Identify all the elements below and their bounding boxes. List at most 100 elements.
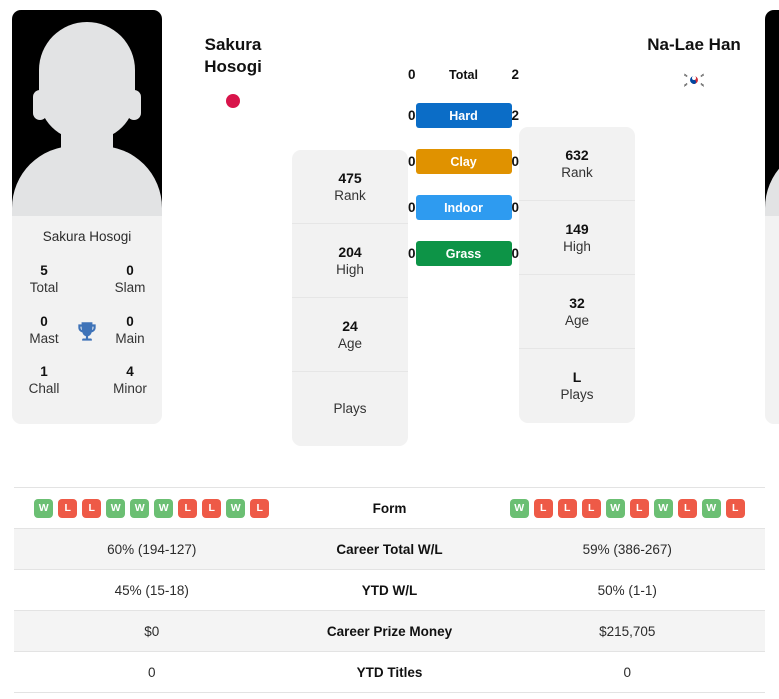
form-badge-win[interactable]: W	[130, 498, 150, 518]
left-titles-minor: 4 Minor	[104, 357, 156, 408]
right-stat-plays: L Plays	[519, 349, 635, 423]
form-badge-loss[interactable]: L	[725, 498, 745, 518]
form-badge-win[interactable]: W	[653, 498, 673, 518]
trophy-icon	[70, 319, 104, 345]
right-career-total-wl: 59% (386-267)	[582, 541, 672, 557]
left-stat-high: 204 High	[292, 224, 408, 298]
left-career-total-wl: 60% (194-127)	[107, 541, 197, 557]
comparison-table: WLLWWWLLWL Form WLLLWLWLWL 60% (194-127)…	[14, 487, 765, 693]
right-titles-mast: 0 Mast	[771, 307, 779, 358]
left-titles-main: 0 Main	[104, 307, 156, 358]
form-badge-win[interactable]: W	[509, 498, 529, 518]
label: Plays	[333, 401, 367, 417]
right-ytd-wl: 50% (1-1)	[597, 582, 657, 598]
right-player-avatar	[765, 10, 779, 216]
h2h-clay-right-score: 0	[511, 154, 520, 169]
form-badge-loss[interactable]: L	[202, 498, 222, 518]
left-stat-plays: Plays	[292, 372, 408, 446]
form-badge-loss[interactable]: L	[82, 498, 102, 518]
h2h-row-clay: 0 Clay 0	[408, 149, 519, 174]
h2h-indoor-right-score: 0	[511, 200, 520, 215]
value: 204	[338, 243, 362, 260]
right-player-stat-stack: 632 Rank 149 High 32 Age L Plays	[519, 127, 636, 423]
table-row-career-prize-money: $0 Career Prize Money $215,705	[14, 611, 765, 652]
form-badge-win[interactable]: W	[34, 498, 54, 518]
right-player-name-column: Na-Lae Han	[635, 10, 753, 90]
left-player-avatar	[12, 10, 162, 216]
form-badge-loss[interactable]: L	[250, 498, 270, 518]
form-badge-loss[interactable]: L	[677, 498, 697, 518]
value: 149	[565, 220, 589, 237]
label: Minor	[113, 381, 147, 397]
value: 0	[40, 313, 48, 329]
japan-flag-icon	[174, 91, 292, 111]
form-badge-win[interactable]: W	[106, 498, 126, 518]
right-player-photo-caption: Na-Lae Han	[765, 216, 779, 256]
career-prize-money-label: Career Prize Money	[326, 623, 453, 639]
label: Main	[115, 330, 145, 346]
table-row-ytd-wl: 45% (15-18) YTD W/L 50% (1-1)	[14, 570, 765, 611]
h2h-clay-left-score: 0	[408, 154, 416, 169]
left-titles-mast: 0 Mast	[18, 307, 70, 358]
value: 13	[773, 262, 779, 279]
label: High	[563, 238, 591, 254]
value: L	[572, 369, 582, 386]
avatar-body-icon	[765, 146, 779, 216]
table-row-ytd-titles: 0 YTD Titles 0	[14, 652, 765, 693]
left-titles-total: 5 Total	[18, 256, 70, 307]
h2h-hard-label[interactable]: Hard	[415, 103, 512, 128]
h2h-row-grass: 0 Grass 0	[408, 241, 519, 266]
h2h-clay-label[interactable]: Clay	[415, 149, 512, 174]
left-player-photo-card[interactable]: Sakura Hosogi 5 Total 0 Slam 0 Mast 0 Ma…	[12, 10, 162, 424]
value: 1	[40, 364, 48, 380]
form-badge-loss[interactable]: L	[629, 498, 649, 518]
h2h-hard-right-score: 2	[511, 108, 520, 123]
h2h-grass-label[interactable]: Grass	[415, 241, 512, 266]
ytd-wl-label: YTD W/L	[361, 582, 418, 598]
h2h-indoor-left-score: 0	[408, 200, 416, 215]
label: Chall	[773, 380, 779, 397]
player-comparison-page: Sakura Hosogi 5 Total 0 Slam 0 Mast 0 Ma…	[0, 0, 779, 699]
form-badge-loss[interactable]: L	[178, 498, 198, 518]
value: 0	[126, 313, 134, 329]
label: Total	[773, 279, 779, 296]
left-player-titles-grid: 5 Total 0 Slam 0 Mast 0 Main 1 Chall 4 M…	[12, 256, 162, 424]
label: Total	[29, 280, 59, 296]
h2h-grass-left-score: 0	[408, 246, 416, 261]
h2h-hard-left-score: 0	[408, 108, 416, 123]
right-player-titles-grid: 13 Total 0 Slam 0 Mast	[765, 256, 779, 424]
table-row-career-total-wl: 60% (194-127) Career Total W/L 59% (386-…	[14, 529, 765, 570]
right-player-photo-card[interactable]: Na-Lae Han 13 Total 0 Slam 0 Mast	[765, 10, 779, 424]
h2h-row-indoor: 0 Indoor 0	[408, 195, 519, 220]
label: High	[336, 261, 364, 277]
left-player-name-column: Sakura Hosogi	[174, 10, 292, 111]
left-player-stat-stack: 475 Rank 204 High 24 Age Plays	[292, 150, 408, 446]
left-titles-slam: 0 Slam	[104, 256, 156, 307]
value: 632	[565, 146, 589, 163]
h2h-indoor-label[interactable]: Indoor	[415, 195, 512, 220]
label: Rank	[334, 187, 366, 203]
form-badge-win[interactable]: W	[605, 498, 625, 518]
form-badge-loss[interactable]: L	[557, 498, 577, 518]
right-titles-total: 13 Total	[771, 256, 779, 307]
h2h-row-total: 0 Total 2	[408, 67, 519, 82]
right-stat-high: 149 High	[519, 201, 636, 275]
label: Age	[565, 312, 590, 328]
form-badge-win[interactable]: W	[154, 498, 174, 518]
form-badge-loss[interactable]: L	[58, 498, 78, 518]
avatar-ear-right-icon	[127, 90, 141, 120]
form-badge-loss[interactable]: L	[581, 498, 601, 518]
left-player-name[interactable]: Sakura Hosogi	[174, 34, 292, 77]
h2h-row-hard: 0 Hard 2	[408, 103, 519, 128]
label: Mast	[29, 330, 59, 346]
value: 5	[40, 263, 48, 278]
form-badge-win[interactable]: W	[701, 498, 721, 518]
right-player-name[interactable]: Na-Lae Han	[635, 34, 753, 56]
left-stat-rank: 475 Rank	[292, 150, 408, 224]
form-badge-loss[interactable]: L	[533, 498, 553, 518]
left-stat-age: 24 Age	[292, 298, 408, 372]
head-to-head-column: 0 Total 2 0 Hard 2 0 Clay 0 0 Indoor 0 0	[408, 10, 519, 266]
form-badge-win[interactable]: W	[226, 498, 246, 518]
left-player-photo-caption: Sakura Hosogi	[42, 229, 132, 244]
left-ytd-wl: 45% (15-18)	[114, 582, 189, 598]
